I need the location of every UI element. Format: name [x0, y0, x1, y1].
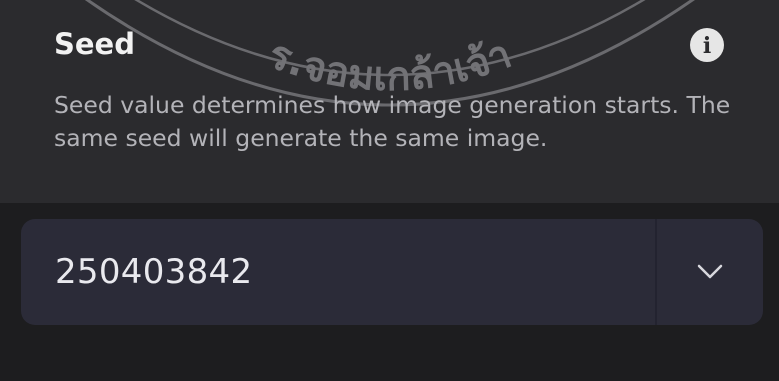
setting-description: Seed value determines how image generati… — [54, 91, 731, 152]
seed-dropdown-field[interactable]: 250403842 — [21, 219, 763, 325]
chevron-down-icon — [697, 264, 723, 279]
seed-value[interactable]: 250403842 — [55, 219, 252, 325]
seed-settings-panel: ร.จอมเกล้าเจ้า Seed i Seed value determi… — [0, 0, 779, 203]
dropdown-toggle-button[interactable] — [657, 219, 763, 325]
info-icon[interactable]: i — [690, 28, 724, 62]
setting-title: Seed — [54, 27, 135, 61]
info-icon-glyph: i — [702, 32, 712, 59]
